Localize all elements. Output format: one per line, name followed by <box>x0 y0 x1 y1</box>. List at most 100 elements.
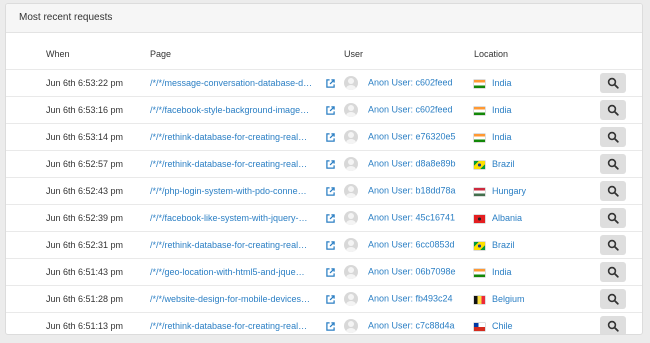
country-link[interactable]: India <box>492 267 512 277</box>
request-time: Jun 6th 6:52:43 pm <box>6 177 150 205</box>
flag-icon <box>474 268 485 277</box>
flag-icon <box>474 106 485 115</box>
user-link[interactable]: Anon User: d8a8e89b <box>368 158 456 168</box>
country-link[interactable]: Brazil <box>492 159 515 169</box>
search-button[interactable] <box>600 181 626 201</box>
user-cell: Anon User: c602feed <box>344 69 474 97</box>
location-cell: India <box>474 123 600 151</box>
table-row: Jun 6th 6:53:14 pm /*/*/rethink-database… <box>6 123 642 151</box>
table-header-row: When Page User Location <box>6 33 642 70</box>
user-link[interactable]: Anon User: 6cc0853d <box>368 239 455 249</box>
page-link[interactable]: /*/*/rethink-database-for-creating-real… <box>150 159 322 169</box>
location-cell: Brazil <box>474 150 600 178</box>
country-link[interactable]: India <box>492 132 512 142</box>
external-link-icon[interactable] <box>326 187 335 196</box>
request-time: Jun 6th 6:53:16 pm <box>6 96 150 124</box>
flag-icon <box>474 214 485 223</box>
user-link[interactable]: Anon User: c602feed <box>368 77 453 87</box>
search-button[interactable] <box>600 262 626 282</box>
search-button[interactable] <box>600 289 626 309</box>
request-time: Jun 6th 6:52:39 pm <box>6 204 150 232</box>
search-icon <box>607 239 619 251</box>
user-link[interactable]: Anon User: c7c88d4a <box>368 320 455 330</box>
user-cell: Anon User: b18dd78a <box>344 177 474 205</box>
search-button[interactable] <box>600 208 626 228</box>
flag-icon <box>474 187 485 196</box>
request-time: Jun 6th 6:51:28 pm <box>6 285 150 313</box>
panel-title: Most recent requests <box>6 4 642 33</box>
flag-icon <box>474 322 485 331</box>
country-link[interactable]: Brazil <box>492 240 515 250</box>
external-link-icon[interactable] <box>326 268 335 277</box>
country-link[interactable]: Belgium <box>492 294 525 304</box>
page-link[interactable]: /*/*/geo-location-with-html5-and-jque… <box>150 267 322 277</box>
search-icon <box>607 131 619 143</box>
table-row: Jun 6th 6:51:43 pm /*/*/geo-location-wit… <box>6 258 642 286</box>
action-cell <box>600 285 642 313</box>
search-button[interactable] <box>600 235 626 255</box>
user-link[interactable]: Anon User: fb493c24 <box>368 293 453 303</box>
external-link-icon[interactable] <box>326 133 335 142</box>
search-icon <box>607 320 619 332</box>
search-icon <box>607 266 619 278</box>
location-cell: Albania <box>474 204 600 232</box>
user-link[interactable]: Anon User: c602feed <box>368 104 453 114</box>
country-link[interactable]: Chile <box>492 321 513 331</box>
search-icon <box>607 158 619 170</box>
external-link-icon[interactable] <box>326 214 335 223</box>
page-cell: /*/*/facebook-style-background-image… <box>150 96 344 124</box>
country-link[interactable]: India <box>492 78 512 88</box>
external-link-icon[interactable] <box>326 295 335 304</box>
location-cell: India <box>474 258 600 286</box>
external-link-icon[interactable] <box>326 241 335 250</box>
page-cell: /*/*/rethink-database-for-creating-real… <box>150 150 344 178</box>
page-link[interactable]: /*/*/rethink-database-for-creating-real… <box>150 321 322 331</box>
page-cell: /*/*/rethink-database-for-creating-real… <box>150 312 344 334</box>
request-time: Jun 6th 6:51:43 pm <box>6 258 150 286</box>
request-time: Jun 6th 6:52:31 pm <box>6 231 150 259</box>
external-link-icon[interactable] <box>326 106 335 115</box>
country-link[interactable]: Hungary <box>492 186 526 196</box>
search-icon <box>607 293 619 305</box>
table-row: Jun 6th 6:52:57 pm /*/*/rethink-database… <box>6 150 642 178</box>
user-link[interactable]: Anon User: e76320e5 <box>368 131 456 141</box>
page-link[interactable]: /*/*/facebook-style-background-image… <box>150 105 322 115</box>
page-link[interactable]: /*/*/rethink-database-for-creating-real… <box>150 240 322 250</box>
column-header-location: Location <box>474 49 509 59</box>
user-cell: Anon User: 45c16741 <box>344 204 474 232</box>
action-cell <box>600 123 642 151</box>
search-icon <box>607 104 619 116</box>
action-cell <box>600 312 642 334</box>
requests-table: When Page User Location Jun 6th 6:53:22 … <box>6 33 642 334</box>
page-link[interactable]: /*/*/facebook-like-system-with-jquery-… <box>150 213 322 223</box>
search-button[interactable] <box>600 100 626 120</box>
avatar-icon <box>344 292 358 306</box>
page-cell: /*/*/website-design-for-mobile-devices… <box>150 285 344 313</box>
user-link[interactable]: Anon User: b18dd78a <box>368 185 456 195</box>
external-link-icon[interactable] <box>326 160 335 169</box>
location-cell: Belgium <box>474 285 600 313</box>
page-link[interactable]: /*/*/php-login-system-with-pdo-conne… <box>150 186 322 196</box>
location-cell: Brazil <box>474 231 600 259</box>
search-button[interactable] <box>600 73 626 93</box>
page-link[interactable]: /*/*/message-conversation-database-d… <box>150 78 322 88</box>
search-button[interactable] <box>600 316 626 334</box>
user-link[interactable]: Anon User: 06b7098e <box>368 266 456 276</box>
search-icon <box>607 185 619 197</box>
table-row: Jun 6th 6:52:43 pm /*/*/php-login-system… <box>6 177 642 205</box>
external-link-icon[interactable] <box>326 79 335 88</box>
country-link[interactable]: India <box>492 105 512 115</box>
search-button[interactable] <box>600 127 626 147</box>
avatar-icon <box>344 103 358 117</box>
avatar-icon <box>344 184 358 198</box>
column-header-when: When <box>46 49 70 59</box>
location-cell: Chile <box>474 312 600 334</box>
avatar-icon <box>344 211 358 225</box>
avatar-icon <box>344 265 358 279</box>
external-link-icon[interactable] <box>326 322 335 331</box>
country-link[interactable]: Albania <box>492 213 522 223</box>
page-link[interactable]: /*/*/website-design-for-mobile-devices… <box>150 294 322 304</box>
user-link[interactable]: Anon User: 45c16741 <box>368 212 455 222</box>
search-button[interactable] <box>600 154 626 174</box>
page-link[interactable]: /*/*/rethink-database-for-creating-real… <box>150 132 322 142</box>
